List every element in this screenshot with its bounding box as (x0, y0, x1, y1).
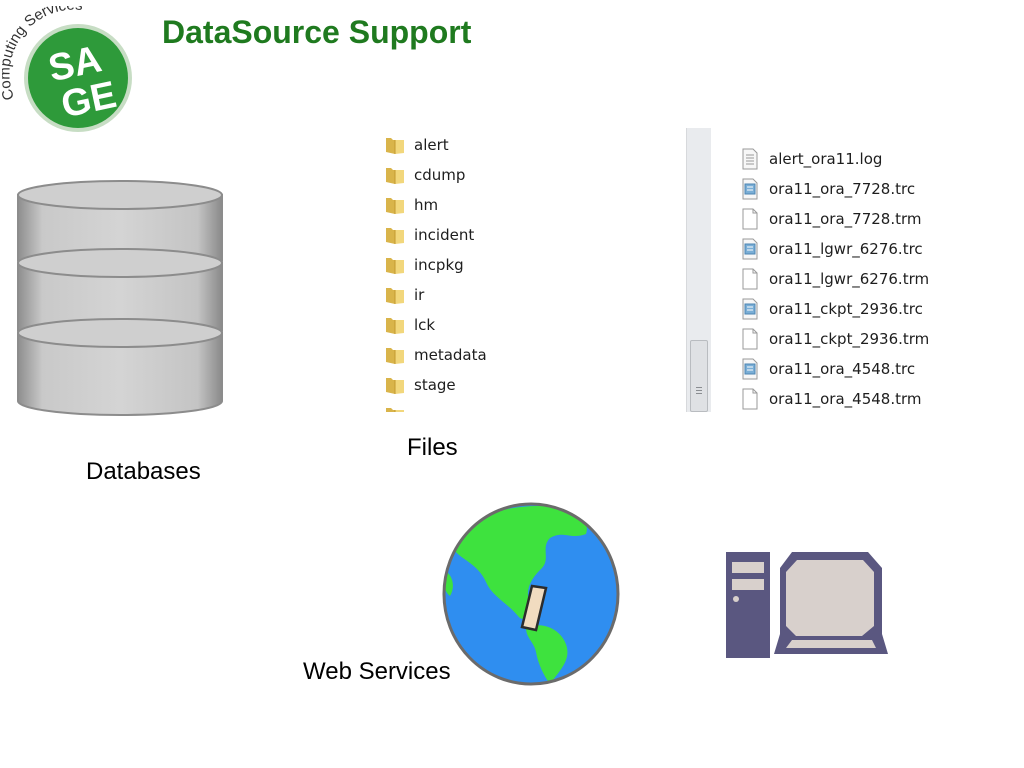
folder-item[interactable]: incident (384, 221, 474, 249)
folder-item[interactable]: stage (384, 371, 456, 399)
folder-label: alert (414, 136, 449, 154)
file-pane: alert_ora11.log ora11_ora_7728.trc ora11_o… (711, 128, 990, 412)
file-label: ora11_lgwr_6276.trc (769, 240, 923, 258)
folder-label: incpkg (414, 256, 464, 274)
folder-item[interactable] (384, 401, 414, 412)
folder-item[interactable]: metadata (384, 341, 487, 369)
file-label: alert_ora11.log (769, 150, 883, 168)
folder-icon (384, 194, 406, 216)
folder-label: lck (414, 316, 436, 334)
file-item[interactable]: ora11_ora_7728.trc (739, 175, 915, 203)
folder-item[interactable]: ir (384, 281, 424, 309)
file-item[interactable]: ora11_lgwr_6276.trc (739, 235, 923, 263)
folder-item[interactable]: lck (384, 311, 435, 339)
blank-file-icon (739, 328, 761, 350)
file-label: ora11_ckpt_2936.trm (769, 330, 930, 348)
trace-file-icon (739, 238, 761, 260)
blank-file-icon (739, 208, 761, 230)
folder-icon (384, 344, 406, 366)
databases-caption: Databases (86, 458, 201, 485)
globe-icon (442, 502, 620, 686)
folder-item[interactable]: alert (384, 131, 449, 159)
computer-icon (726, 552, 888, 658)
file-label: ora11_ora_4548.trc (769, 360, 916, 378)
folder-icon (384, 224, 406, 246)
file-item[interactable]: ora11_ora_7728.trm (739, 205, 922, 233)
file-label: ora11_ora_4548.trm (769, 390, 922, 408)
folder-icon (384, 254, 406, 276)
folder-icon (384, 134, 406, 156)
file-explorer: alert cdump hm incident incpkg ir lck metadata s… (374, 128, 990, 412)
folder-item[interactable]: incpkg (384, 251, 464, 279)
folder-label: cdump (414, 166, 466, 184)
folder-item[interactable]: hm (384, 191, 438, 219)
file-item[interactable]: ora11_ora_4548.trm (739, 385, 922, 412)
trace-file-icon (739, 298, 761, 320)
folder-icon (384, 284, 406, 306)
folder-label: metadata (414, 346, 487, 364)
database-icon (17, 180, 223, 416)
files-caption: Files (407, 434, 458, 461)
trace-file-icon (739, 178, 761, 200)
folder-icon (384, 404, 406, 412)
scrollbar[interactable] (686, 128, 711, 412)
folder-label: ir (414, 286, 425, 304)
computing-services-logo: Computing Services SA GE (2, 6, 132, 132)
blank-file-icon (739, 268, 761, 290)
scrollbar-thumb[interactable] (690, 340, 708, 412)
folder-icon (384, 164, 406, 186)
file-label: ora11_ora_7728.trm (769, 210, 922, 228)
trace-file-icon (739, 358, 761, 380)
web-services-caption: Web Services (303, 658, 451, 685)
folder-label: hm (414, 196, 439, 214)
folder-label: stage (414, 376, 456, 394)
file-label: ora11_ora_7728.trc (769, 180, 916, 198)
log-file-icon (739, 148, 761, 170)
file-item[interactable]: ora11_ckpt_2936.trm (739, 325, 929, 353)
page-title: DataSource Support (162, 14, 472, 50)
folder-label: incident (414, 226, 475, 244)
database-disk (17, 318, 223, 416)
file-item[interactable]: alert_ora11.log (739, 145, 882, 173)
file-item[interactable]: ora11_lgwr_6276.trm (739, 265, 929, 293)
file-item[interactable]: ora11_ora_4548.trc (739, 355, 915, 383)
file-label: ora11_lgwr_6276.trm (769, 270, 930, 288)
file-label: ora11_ckpt_2936.trc (769, 300, 923, 318)
folder-item[interactable]: cdump (384, 161, 465, 189)
folder-icon (384, 374, 406, 396)
file-item[interactable]: ora11_ckpt_2936.trc (739, 295, 923, 323)
folder-icon (384, 314, 406, 336)
folder-pane: alert cdump hm incident incpkg ir lck metadata s… (374, 128, 686, 412)
blank-file-icon (739, 388, 761, 410)
